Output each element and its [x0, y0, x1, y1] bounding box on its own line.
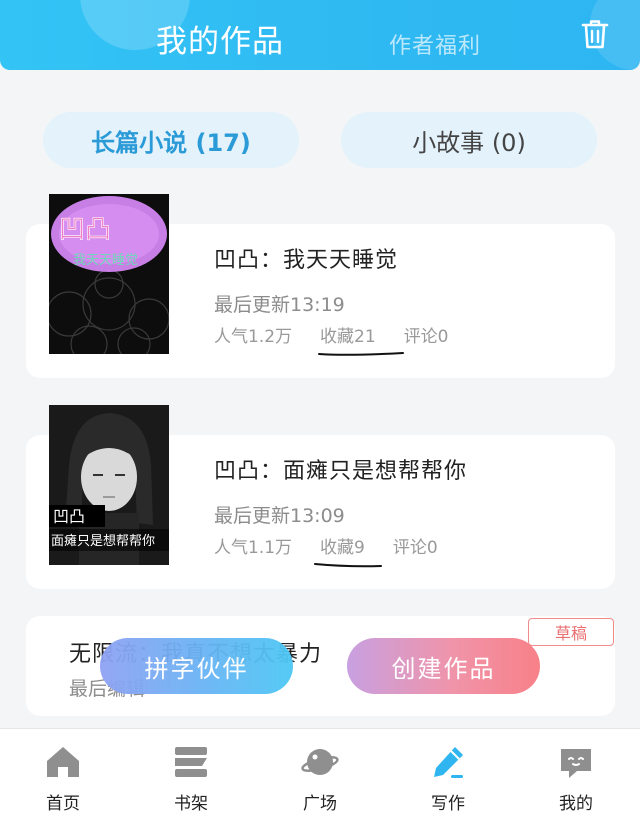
popularity-count: 人气1.1万 [214, 538, 293, 558]
work-stats: 人气1.2万 收藏21 评论0 [214, 322, 449, 347]
popularity-count: 人气1.2万 [214, 327, 293, 347]
planet-icon [301, 749, 339, 775]
comments-count: 评论0 [392, 538, 438, 558]
work-title[interactable]: 凹凸：面瘫只是想帮帮你 [214, 453, 467, 485]
favorites-count: 收藏21 [320, 327, 376, 347]
nav-label: 写作 [431, 794, 465, 814]
nav-square[interactable]: 广场 [280, 743, 360, 814]
home-icon [47, 747, 79, 777]
nav-write[interactable]: 写作 [408, 743, 488, 814]
favorites-count: 收藏9 [320, 538, 365, 558]
create-work-button[interactable]: 创建作品 [347, 638, 540, 694]
nav-home[interactable]: 首页 [23, 743, 103, 814]
work-stats: 人气1.1万 收藏9 评论0 [214, 533, 438, 558]
comments-count: 评论0 [403, 327, 449, 347]
tab-author-benefits[interactable]: 作者福利 [389, 28, 481, 60]
cover-logo-text: 凹凸 [59, 215, 111, 245]
nav-bookshelf[interactable]: 书架 [151, 743, 231, 814]
pen-icon [434, 747, 463, 778]
nav-label: 我的 [559, 794, 593, 814]
work-title[interactable]: 凹凸：我天天睡觉 [214, 242, 398, 274]
trash-icon[interactable] [580, 18, 610, 50]
works-list-area: 长篇小说 (17) 小故事 (0) 凹凸 我天天睡觉 凹凸：我天天睡觉 最后更新… [0, 70, 640, 728]
cover-subtitle: 面瘫只是想帮帮你 [51, 533, 155, 549]
top-header: 我的作品 作者福利 [0, 0, 640, 70]
writing-partner-button[interactable]: 拼字伙伴 [100, 638, 293, 694]
tab-my-works[interactable]: 我的作品 [156, 16, 284, 61]
draft-badge: 草稿 [528, 618, 614, 646]
nav-label: 广场 [303, 794, 337, 814]
handwritten-underline [314, 563, 382, 568]
nav-label: 书架 [174, 794, 208, 814]
cover-subtitle: 我天天睡觉 [73, 253, 138, 268]
chat-bubble-icon [561, 749, 591, 778]
book-cover-image[interactable]: 凹凸 我天天睡觉 [49, 194, 169, 354]
handwritten-underline [318, 352, 404, 356]
segment-short-stories[interactable]: 小故事 (0) [341, 112, 597, 168]
book-cover-image[interactable]: 凹凸 面瘫只是想帮帮你 [49, 405, 169, 565]
cover-logo-text: 凹凸 [53, 507, 85, 526]
bookshelf-icon [175, 747, 207, 777]
last-updated: 最后更新13:09 [214, 505, 345, 527]
nav-me[interactable]: 我的 [536, 743, 616, 814]
segment-long-novels[interactable]: 长篇小说 (17) [43, 112, 299, 168]
last-updated: 最后更新13:19 [214, 294, 345, 316]
nav-label: 首页 [46, 794, 80, 814]
bottom-navigation: 首页 书架 广场 写作 我的 [0, 728, 640, 824]
